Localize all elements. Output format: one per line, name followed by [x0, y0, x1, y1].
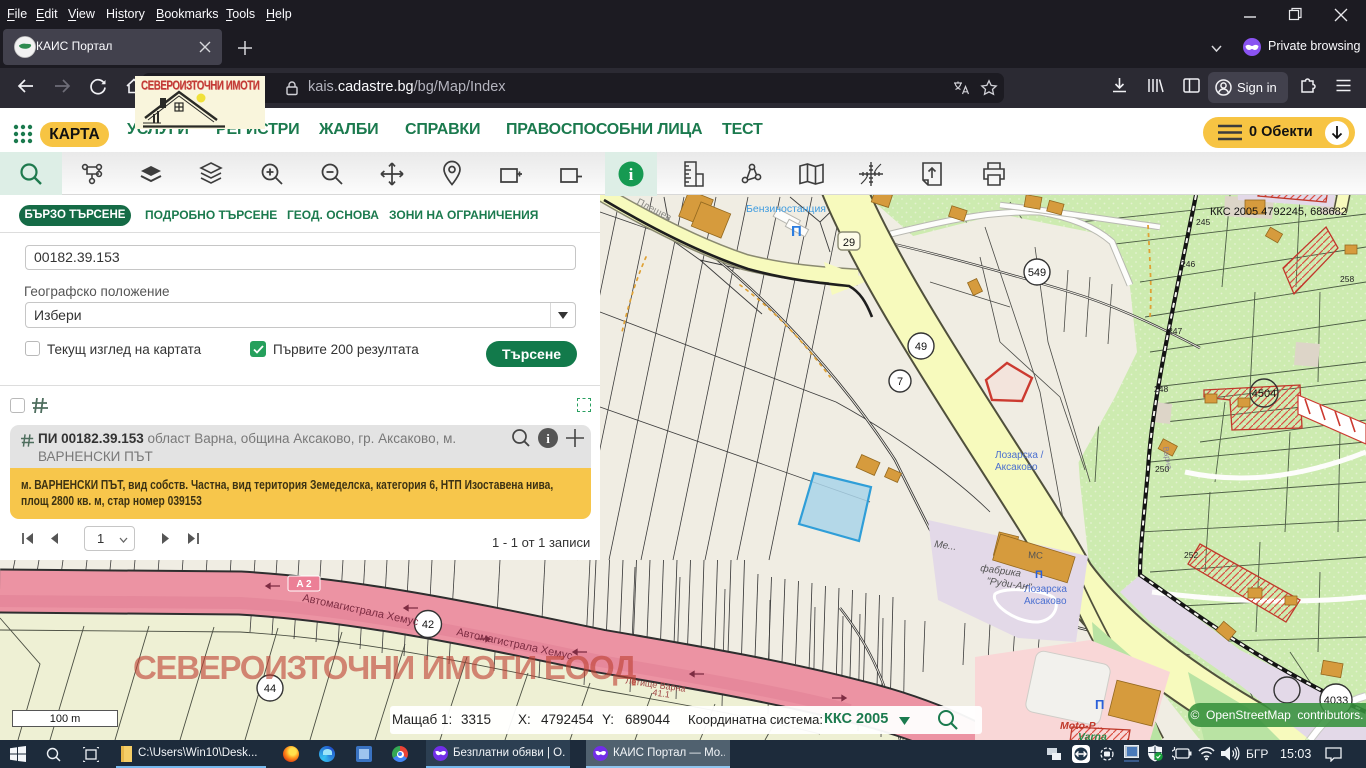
svg-text:258: 258 [1340, 274, 1354, 284]
svg-text:49: 49 [915, 341, 927, 353]
svg-text:4504: 4504 [1252, 388, 1276, 400]
svg-text:248: 248 [1154, 384, 1168, 394]
svg-text:42: 42 [422, 619, 434, 631]
svg-text:МС: МС [1028, 550, 1043, 562]
svg-text:A 2: A 2 [296, 579, 312, 590]
svg-text:i: i [546, 431, 550, 446]
svg-text:П: П [1035, 569, 1043, 581]
svg-text:Аксаково: Аксаково [1024, 596, 1067, 607]
svg-text:7: 7 [897, 376, 903, 388]
svg-text:Лозарска /: Лозарска / [995, 450, 1044, 461]
svg-text:П: П [791, 223, 802, 240]
svg-text:Аксаково: Аксаково [995, 462, 1038, 473]
svg-text:Varna: Varna [1078, 731, 1107, 740]
svg-text:549: 549 [1028, 267, 1046, 279]
svg-text:247: 247 [1168, 326, 1182, 336]
svg-text:245: 245 [1196, 217, 1210, 227]
svg-text:П: П [1095, 697, 1104, 712]
svg-text:i: i [629, 165, 634, 184]
svg-text:29: 29 [843, 237, 855, 249]
svg-text:Бензиностанция: Бензиностанция [746, 203, 826, 215]
svg-text:252: 252 [1184, 550, 1198, 560]
svg-text:246: 246 [1181, 259, 1195, 269]
